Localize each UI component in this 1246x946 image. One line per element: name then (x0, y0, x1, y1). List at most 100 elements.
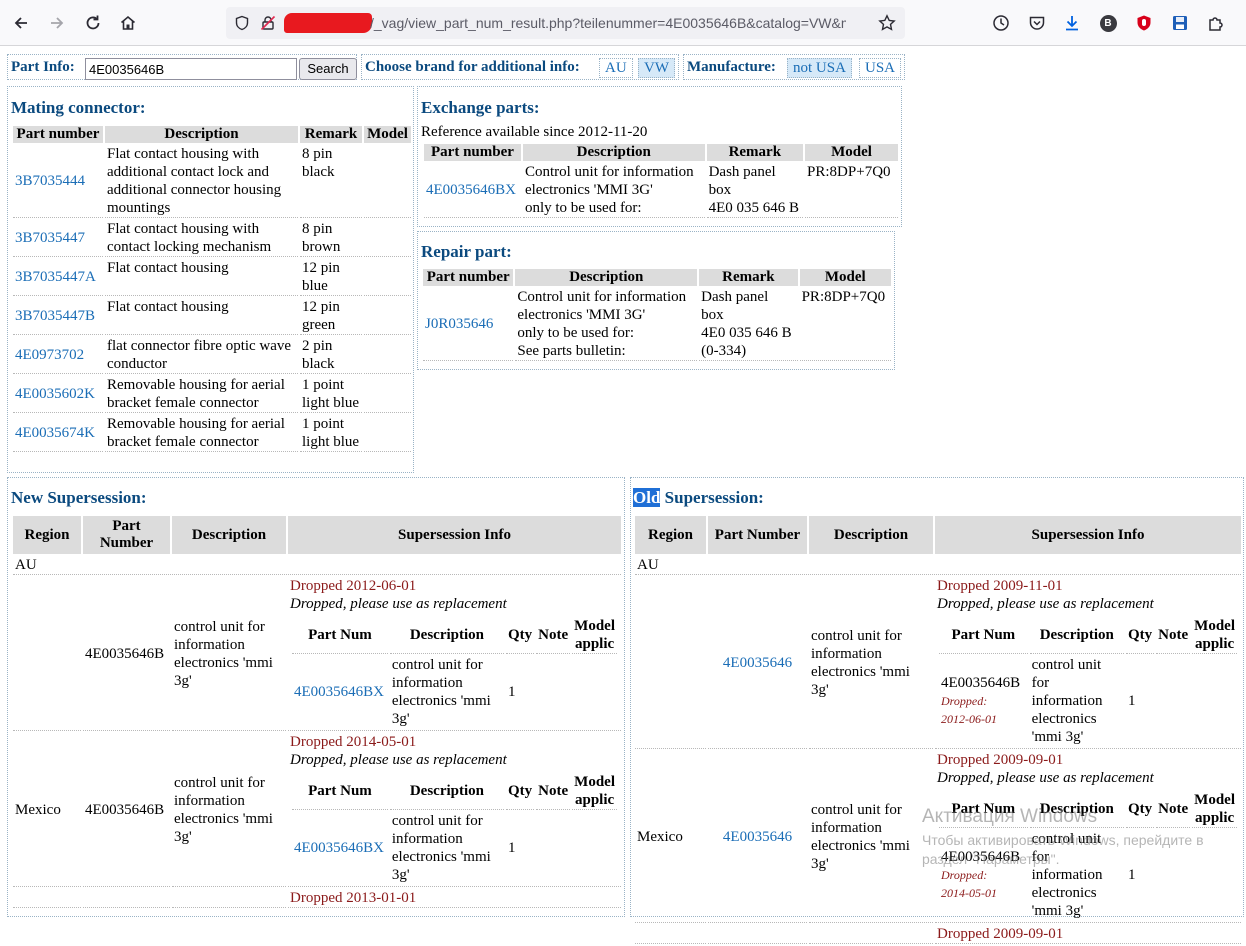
forward-button[interactable] (42, 8, 72, 38)
history-button[interactable] (986, 8, 1016, 38)
repair-part-link[interactable]: J0R035646 (425, 316, 493, 332)
mating-header-row: Part number Description Remark Model (13, 126, 411, 143)
description-cell: control unit for information electronics… (172, 577, 286, 731)
manufacture-not-usa-link[interactable]: not USA (787, 58, 852, 78)
new-supersession-title: New Supersession: (11, 488, 147, 507)
exchange-parts-panel: Exchange parts: Reference available sinc… (417, 86, 902, 227)
mating-remark: 2 pin black (300, 337, 362, 374)
col-description: Description (172, 516, 286, 554)
region-au-label: AU (635, 556, 1241, 575)
col-model: Model (805, 144, 898, 161)
region-group-row: AU (13, 556, 621, 575)
supersession-info-cell: Dropped 2012-06-01 Dropped, please use as… (288, 577, 621, 731)
part-info-box: Part Info: Search (7, 54, 357, 80)
mating-connector-table: Part number Description Remark Model 3B7… (11, 124, 413, 454)
supersession-header-row: Region Part Number Description Supersession… (635, 516, 1241, 554)
ublock-shield-icon (1137, 15, 1151, 31)
mating-model (364, 259, 411, 296)
save-page-button[interactable] (1165, 8, 1195, 38)
brand-vw-link[interactable]: VW (638, 58, 675, 78)
dropped-note: Dropped, please use as replacement (290, 752, 507, 768)
extension-b-button[interactable]: B (1093, 8, 1123, 38)
supersession-row: 4E0035646 control unit for information el… (635, 577, 1241, 749)
part-info-input[interactable] (85, 58, 297, 80)
mating-part-link[interactable]: 4E0035602K (15, 386, 95, 402)
col-part-num: Part Num (292, 617, 388, 654)
tracking-shield-icon[interactable] (234, 15, 250, 35)
replacement-table: Part Num Description Qty Note Model applic 4E… (290, 615, 619, 730)
insecure-lock-icon[interactable] (260, 15, 276, 35)
downloads-button[interactable] (1057, 8, 1087, 38)
mating-connector-panel: Mating connector: Part number Descriptio… (7, 86, 414, 473)
col-part-number: Part number (423, 269, 514, 286)
search-button[interactable]: Search (299, 58, 357, 80)
supersession-row: Dropped 2013-01-01 (13, 889, 621, 908)
exchange-header-row: Part number Description Remark Model (424, 144, 898, 161)
mating-description: Flat contact housing (105, 298, 298, 335)
mating-part-link[interactable]: 3B7035447B (15, 308, 95, 324)
col-part-num: Part Num (939, 617, 1028, 654)
exchange-remark: Dash panel box 4E0 035 646 B (706, 163, 804, 218)
mating-model (364, 376, 411, 413)
replacement-dropped: Dropped: 2012-06-01 (941, 694, 997, 726)
home-button[interactable] (113, 8, 143, 38)
dropped-note: Dropped, please use as replacement (937, 770, 1154, 786)
replacement-note (1156, 656, 1190, 746)
col-part-number: Part number (13, 126, 103, 143)
supersession-row: Dropped 2009-09-01 (635, 925, 1241, 944)
mating-part-link[interactable]: 3B7035444 (15, 173, 85, 189)
pocket-button[interactable] (1022, 8, 1052, 38)
brand-au-link[interactable]: AU (599, 58, 633, 78)
manufacture-box: Manufacture: not USA USA (683, 54, 905, 80)
col-description: Description (515, 269, 698, 286)
reload-button[interactable] (78, 8, 108, 38)
manufacture-usa-link[interactable]: USA (859, 58, 902, 78)
col-model-applic: Model applic (1192, 617, 1237, 654)
repair-row: J0R035646 Control unit for information el… (423, 288, 891, 361)
mating-part-link[interactable]: 4E0973702 (15, 347, 84, 363)
part-info-label: Part Info: (11, 59, 75, 75)
mating-remark: 8 pin brown (300, 220, 362, 257)
home-icon (120, 15, 136, 30)
dropped-note: Dropped, please use as replacement (290, 596, 507, 612)
exchange-part-link[interactable]: 4E0035646BX (426, 182, 516, 198)
replacement-note (536, 656, 570, 728)
table-row: 3B7035444 Flat contact housing with addit… (13, 145, 411, 218)
pocket-icon (1029, 16, 1045, 30)
mating-remark: 8 pin black (300, 145, 362, 218)
replacement-part-link[interactable]: 4E0035646BX (294, 840, 384, 856)
mating-description: Flat contact housing with additional con… (105, 145, 298, 218)
supersession-row: Mexico 4E0035646B control unit for informa… (13, 733, 621, 887)
old-part-link[interactable]: 4E0035646 (723, 829, 792, 845)
watermark-title: Активация Windows (922, 806, 1098, 827)
replacement-header-row: Part Num Description Qty Note Model applic (292, 617, 617, 654)
address-bar[interactable]: ██████ /_vag/view_part_num_result.php?te… (226, 7, 905, 39)
replacement-part-link[interactable]: 4E0035646BX (294, 684, 384, 700)
mating-part-link[interactable]: 4E0035674K (15, 425, 95, 441)
replacement-row: 4E0035646B Dropped: 2012-06-01 control uni… (939, 656, 1237, 746)
replacement-model (572, 812, 617, 884)
exchange-description: Control unit for information electronics … (522, 163, 705, 218)
extensions-button[interactable] (1201, 8, 1231, 38)
brand-label: Choose brand for additional info: (365, 59, 580, 75)
replacement-table: Part Num Description Qty Note Model applic 4E… (937, 615, 1239, 748)
col-model-applic: Model applic (1192, 791, 1237, 828)
mating-remark: 1 point light blue (300, 376, 362, 413)
new-supersession-panel: New Supersession: Region Part Number Descr… (7, 477, 625, 917)
url-text[interactable]: /_vag/view_part_num_result.php?teilenumm… (370, 15, 846, 31)
bookmark-star-icon[interactable] (878, 14, 896, 36)
col-description: Description (1029, 617, 1124, 654)
back-button[interactable] (6, 8, 36, 38)
ublock-button[interactable] (1129, 8, 1159, 38)
replacement-header-row: Part Num Description Qty Note Model applic (292, 773, 617, 810)
extension-b-icon: B (1099, 14, 1117, 32)
old-part-link[interactable]: 4E0035646 (723, 655, 792, 671)
mating-part-link[interactable]: 3B7035447 (15, 230, 85, 246)
repair-header-row: Part number Description Remark Model (423, 269, 891, 286)
replacement-qty: 1 (507, 684, 516, 700)
col-model: Model (364, 126, 411, 143)
mating-part-link[interactable]: 3B7035447A (15, 269, 96, 285)
exchange-row: 4E0035646BX Control unit for information… (424, 163, 898, 218)
mating-remark: 12 pin blue (300, 259, 362, 296)
back-arrow-icon (14, 17, 27, 29)
